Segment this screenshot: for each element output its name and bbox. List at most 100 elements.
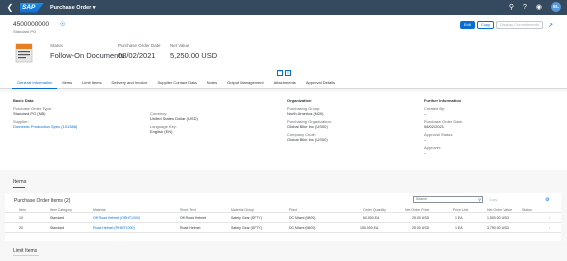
column-header: Item Category	[50, 208, 72, 212]
tab-attachments[interactable]: Attachments	[269, 78, 301, 89]
items-table: Item Item Category Material Short Text M…	[5, 207, 561, 233]
column-header: Order Quantity	[363, 208, 386, 212]
approver-value: –	[424, 150, 427, 155]
quantity-cell: 150.000 EA	[360, 226, 379, 230]
company-code-value: Global Bike Inc (US00)	[287, 137, 328, 142]
items-title-underline	[13, 187, 25, 188]
pin-icon[interactable]: ☉	[60, 21, 65, 28]
tab-approval-details[interactable]: Approval Details	[301, 78, 340, 89]
short-text-cell: Off Road Helmet	[180, 216, 207, 220]
currency-column: Currency: United States Dollar (USD) Lan…	[150, 111, 198, 137]
column-header: Material Group	[231, 208, 255, 212]
general-information-section: Basic Data Purchase Order Type: Standard…	[0, 92, 567, 170]
tab-general-information[interactable]: General Information	[12, 78, 58, 89]
column-header: Net Order Value	[487, 208, 513, 212]
tab-limit-items[interactable]: Limit Items	[77, 78, 106, 89]
net-value-cell: 1,500.00 USD	[487, 216, 509, 220]
settings-icon[interactable]: ⚙	[545, 197, 549, 203]
po-date-label: Purchase Order Date	[118, 43, 161, 48]
tab-output-management[interactable]: Output Management	[222, 78, 268, 89]
search-placeholder: Search	[416, 197, 428, 201]
exit-fullscreen-icon[interactable]: ↗	[548, 22, 553, 29]
category-cell: Standard	[50, 216, 65, 220]
search-icon[interactable]: ⚲	[509, 3, 514, 11]
further-information-column: Further Information Created By: – Purcha…	[424, 98, 463, 158]
column-header: Net Order Price	[405, 208, 430, 212]
limit-items-section-title: Limit Items	[13, 248, 38, 254]
plant-cell: DC Miami (MI00)	[289, 226, 316, 230]
tab-supplier-contact-data[interactable]: Supplier Contact Data	[153, 78, 202, 89]
po-date-value: 08/02/2021	[118, 51, 156, 60]
app-title[interactable]: Purchase Order ▾	[50, 5, 96, 11]
column-header: Plant	[289, 208, 297, 212]
items-table-title: Purchase Order Items (2)	[14, 198, 71, 204]
table-row[interactable]: 10 Standard Off Road Helmet (ORHT1000) O…	[5, 213, 561, 223]
copy-button[interactable]: Copy	[476, 21, 495, 29]
tab-delivery-and-invoice[interactable]: Delivery and Invoice	[106, 78, 152, 89]
back-icon[interactable]: ❮	[3, 3, 17, 12]
status-value: Follow-On Documents	[50, 51, 125, 60]
items-table-card: Purchase Order Items (2) Search ⚲ Copy ⚙…	[5, 193, 561, 241]
item-cell: 20	[19, 226, 23, 230]
further-information-heading: Further Information	[424, 98, 462, 103]
po-date-field: Purchase Order Date 08/02/2021	[118, 43, 161, 60]
category-cell: Standard	[50, 226, 65, 230]
item-cell: 10	[19, 216, 23, 220]
material-group-cell: Safety Gear (SFTY)	[231, 226, 262, 230]
po-type-value: Standard PO (NB)	[13, 111, 46, 116]
table-row[interactable]: 20 Standard Road Helmet (RHMT1000) Road …	[5, 223, 561, 233]
short-text-cell: Road Helmet	[180, 226, 201, 230]
material-link[interactable]: Road Helmet (RHMT1000)	[93, 226, 135, 230]
collapse-header-icon[interactable]: ⌃	[277, 70, 283, 76]
material-group-cell: Safety Gear (SFTY)	[231, 216, 262, 220]
tab-notes[interactable]: Notes	[202, 78, 222, 89]
avatar[interactable]: EL	[551, 2, 561, 12]
column-header: Short Text	[180, 208, 196, 212]
organization-heading: Organization	[287, 98, 312, 103]
price-unit-cell: 1 EA	[455, 216, 463, 220]
net-value-label: Net Value	[170, 43, 190, 48]
currency-value: United States Dollar (USD)	[150, 116, 198, 121]
edit-button[interactable]: Edit	[459, 21, 475, 29]
supplier-link[interactable]: Domestic Production Spec (101388)	[13, 124, 77, 129]
basic-data-column: Basic Data Purchase Order Type: Standard…	[13, 98, 77, 132]
tab-items[interactable]: Items	[57, 78, 77, 89]
created-by-value: –	[424, 111, 427, 116]
display-commitments-button[interactable]: Display Commitments	[496, 21, 543, 29]
help-icon[interactable]: ?	[523, 4, 527, 11]
net-value: 5,250.00 USD	[170, 51, 218, 60]
search-input[interactable]: Search ⚲	[413, 196, 483, 203]
column-header: Material	[93, 208, 106, 212]
price-cell: 25.00 USD	[412, 226, 430, 230]
shell-bar: ❮ SAP Purchase Order ▾ ⚲ ? ◉ EL	[0, 0, 567, 15]
section-tabs: General Information Items Limit Items De…	[0, 78, 567, 89]
sap-logo[interactable]: SAP	[20, 2, 44, 13]
search-icon[interactable]: ⚲	[478, 197, 481, 202]
column-header: Item	[19, 208, 26, 212]
po-number: 4500000000	[13, 21, 50, 28]
limit-items-divider	[13, 255, 39, 256]
notifications-icon[interactable]: ◉	[536, 3, 542, 11]
status-field: Status Follow-On Documents	[50, 43, 124, 60]
basic-data-heading: Basic Data	[13, 98, 34, 103]
po-date-info-value: 08/02/2021	[424, 124, 445, 129]
purchasing-org-value: Global Bike Inc (US00)	[287, 124, 328, 129]
price-unit-cell: 1 EA	[455, 226, 463, 230]
pin-header-icon[interactable]: ≡	[285, 70, 291, 76]
purchasing-group-value: North America (N00)	[287, 111, 324, 116]
net-value-cell: 3,750.00 USD	[487, 226, 509, 230]
po-type-subtitle: Standard PO	[13, 29, 37, 34]
items-section-title: Items	[13, 179, 27, 185]
object-header: 4500000000 ☉ Standard PO Status Follow-O…	[0, 15, 567, 79]
material-link[interactable]: Off Road Helmet (ORHT1000)	[93, 216, 140, 220]
row-chevron-icon[interactable]: ›	[549, 226, 550, 230]
row-chevron-icon[interactable]: ›	[549, 216, 550, 220]
copy-items-button[interactable]: Copy	[489, 198, 497, 202]
status-label: Status	[50, 43, 63, 48]
plant-cell: DC Miami (MI00)	[289, 216, 316, 220]
organization-column: Organization Purchasing Group: North Ame…	[287, 98, 332, 145]
column-header: Status	[522, 208, 532, 212]
language-value: English (EN)	[150, 129, 173, 134]
price-cell: 25.00 USD	[412, 216, 430, 220]
approval-status-value: –	[424, 137, 427, 142]
